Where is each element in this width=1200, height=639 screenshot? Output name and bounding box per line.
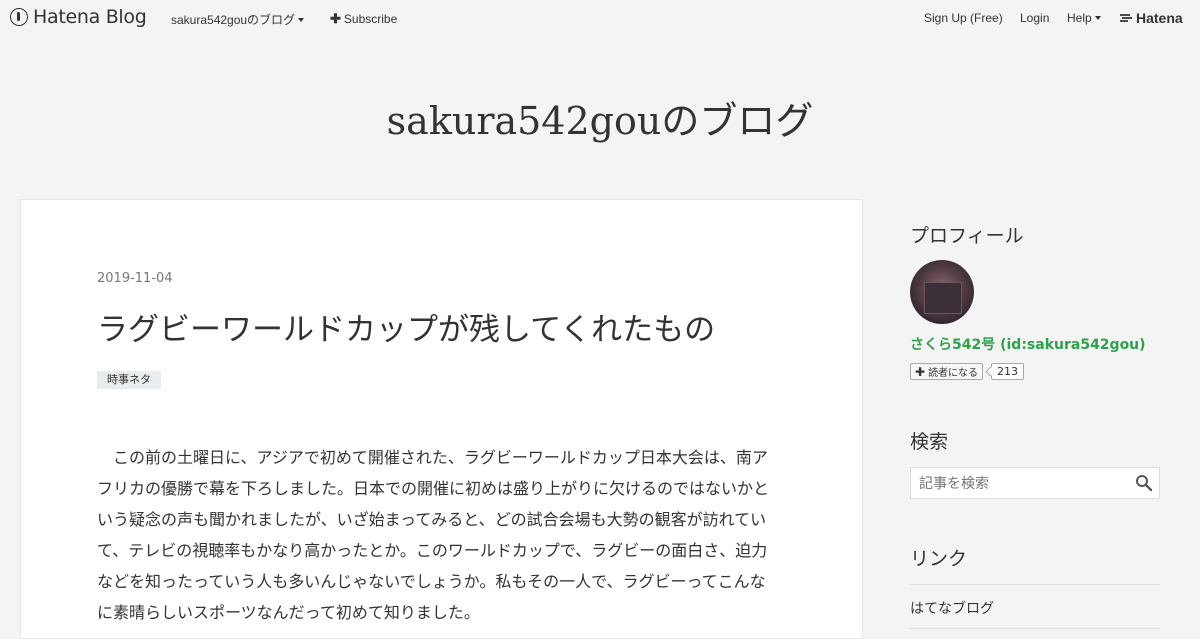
plus-icon: ✚ xyxy=(915,364,926,379)
search-icon[interactable] xyxy=(1135,474,1153,492)
brand-text: Hatena Blog xyxy=(33,6,147,28)
search-input[interactable] xyxy=(917,474,1131,494)
follow-button[interactable]: ✚ 読者になる xyxy=(910,363,984,380)
profile-name[interactable]: さくら542号 (id:sakura542gou) xyxy=(910,334,1146,354)
hatena-mark-icon xyxy=(1120,14,1132,22)
caret-down-icon xyxy=(1094,16,1101,20)
hatena-blog-icon xyxy=(10,8,28,26)
profile-heading: プロフィール xyxy=(910,225,1024,247)
subscribe-button[interactable]: ✚ Subscribe xyxy=(330,11,397,27)
hatena-logo[interactable]: Hatena xyxy=(1119,10,1183,26)
search-box xyxy=(910,467,1160,499)
entry-date[interactable]: 2019-11-04 xyxy=(97,271,173,286)
follower-count: 213 xyxy=(991,363,1024,380)
subscribe-label: Subscribe xyxy=(343,12,398,26)
hatena-blog-logo[interactable]: Hatena Blog xyxy=(10,6,147,28)
follow-label: 読者になる xyxy=(928,368,979,379)
entry-body: この前の土曜日に、アジアで初めて開催された、ラグビーワールドカップ日本大会は、南… xyxy=(97,448,770,622)
help-label: Help xyxy=(1067,11,1092,25)
blog-menu-label: sakura542gouのブログ xyxy=(171,13,296,27)
hatena-text: Hatena xyxy=(1136,10,1183,26)
link-hatena-blog[interactable]: はてなブログ xyxy=(910,598,994,618)
caret-down-icon xyxy=(298,17,305,22)
help-dropdown[interactable]: Help xyxy=(1067,11,1101,25)
login-link[interactable]: Login xyxy=(1020,11,1049,25)
divider xyxy=(910,628,1160,629)
links-heading: リンク xyxy=(910,548,968,570)
category-tag[interactable]: 時事ネタ xyxy=(97,371,161,389)
divider xyxy=(910,584,1160,585)
signup-link[interactable]: Sign Up (Free) xyxy=(924,11,1003,25)
global-header: Hatena Blog sakura542gouのブログ ✚ Subscribe… xyxy=(0,0,1200,36)
blog-title[interactable]: sakura542gouのブログ xyxy=(0,90,1200,145)
search-heading: 検索 xyxy=(910,431,949,453)
entry-card: 2019-11-04 ラグビーワールドカップが残してくれたもの 時事ネタ この前… xyxy=(20,199,863,639)
blog-menu-dropdown[interactable]: sakura542gouのブログ xyxy=(171,11,305,28)
entry-title[interactable]: ラグビーワールドカップが残してくれたもの xyxy=(97,304,715,349)
plus-icon: ✚ xyxy=(330,11,341,26)
avatar[interactable] xyxy=(910,260,974,324)
